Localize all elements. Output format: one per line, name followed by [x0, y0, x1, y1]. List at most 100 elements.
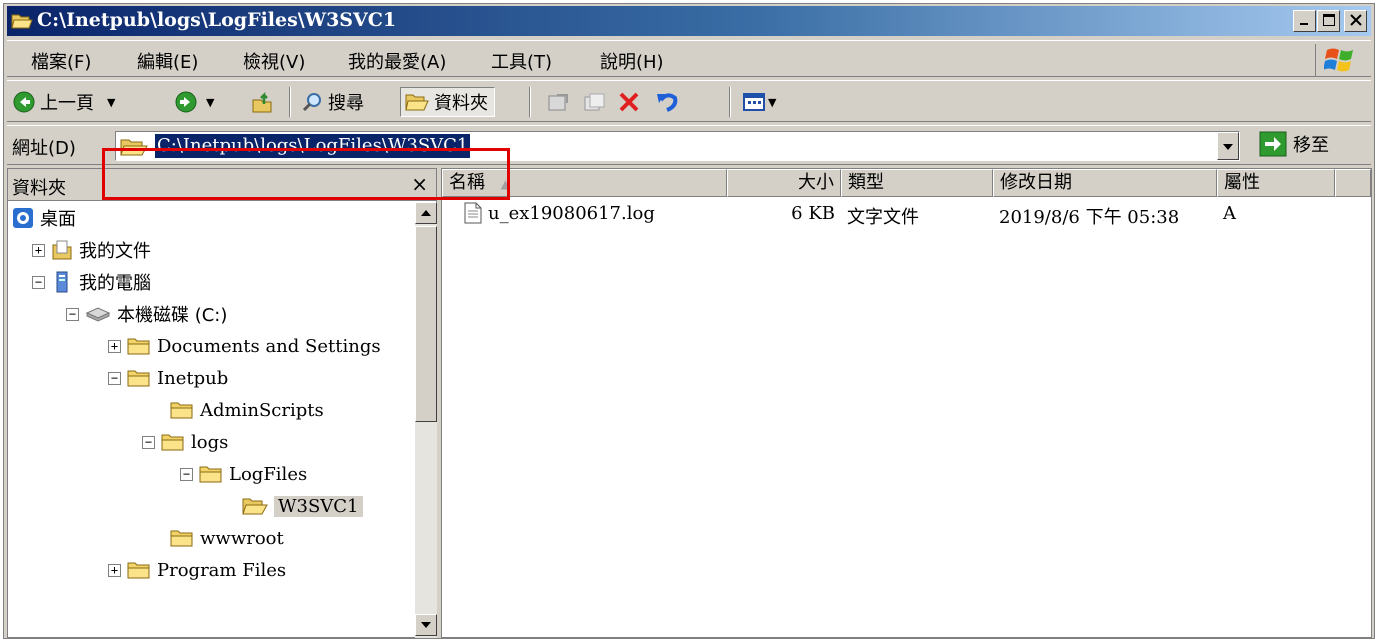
tree-item-adminscripts[interactable]: AdminScripts: [170, 394, 324, 426]
close-button[interactable]: [1344, 10, 1367, 32]
chevron-down-icon: [421, 622, 431, 628]
collapse-toggle[interactable]: −: [32, 275, 45, 289]
explorer-window: C:\Inetpub\logs\LogFiles\W3SVC1 檔案(F) 編輯…: [3, 3, 1375, 639]
windows-flag-icon: [1324, 48, 1353, 72]
tree-item-documents-and-settings[interactable]: + Documents and Settings: [108, 330, 381, 362]
tree-item-label: logs: [191, 431, 229, 453]
up-folder-button[interactable]: [251, 87, 275, 117]
folder-icon: [405, 94, 429, 111]
minimize-icon: [1299, 23, 1308, 25]
collapse-toggle[interactable]: −: [108, 371, 121, 385]
address-dropdown-button[interactable]: [1217, 132, 1239, 160]
toolbar-separator: [289, 87, 291, 117]
my-computer-icon: [56, 271, 68, 293]
tree-item-label: 本機磁碟 (C:): [117, 305, 228, 326]
folder-icon: [199, 466, 222, 483]
tree-item-inetpub[interactable]: − Inetpub: [108, 362, 228, 394]
copy-to-icon: [584, 93, 605, 111]
folder-icon: [170, 530, 193, 547]
menu-help[interactable]: 說明(H): [600, 48, 664, 74]
collapse-toggle[interactable]: −: [142, 435, 155, 449]
collapse-toggle[interactable]: −: [180, 467, 193, 481]
views-dropdown-icon[interactable]: ▼: [768, 96, 776, 109]
search-label: 搜尋: [328, 93, 364, 114]
menu-view[interactable]: 檢視(V): [243, 48, 305, 74]
move-to-icon: [548, 94, 568, 111]
minimize-button[interactable]: [1293, 10, 1316, 32]
desktop-icon: [13, 208, 33, 228]
scroll-up-button[interactable]: [415, 202, 437, 224]
tree-item-label: 我的電腦: [79, 273, 151, 294]
menu-edit[interactable]: 編輯(E): [137, 48, 198, 74]
toolbar-separator: [729, 87, 731, 117]
close-icon: [1349, 14, 1362, 26]
maximize-button[interactable]: [1317, 10, 1340, 32]
views-button[interactable]: ▼: [743, 87, 776, 117]
delete-button[interactable]: [617, 87, 641, 117]
search-icon: [302, 93, 321, 112]
column-header-modified[interactable]: 修改日期: [993, 169, 1217, 197]
tree-item-logs[interactable]: − logs: [142, 426, 228, 458]
collapse-toggle[interactable]: −: [66, 307, 79, 321]
back-dropdown-icon[interactable]: ▼: [107, 96, 115, 109]
undo-button[interactable]: [655, 87, 679, 117]
windows-logo: [1315, 44, 1365, 76]
forward-button[interactable]: ▼: [175, 87, 214, 117]
expand-toggle[interactable]: +: [108, 563, 121, 577]
folder-icon: [170, 402, 193, 419]
menu-favorites[interactable]: 我的最愛(A): [348, 48, 446, 74]
back-button[interactable]: 上一頁 ▼: [13, 87, 115, 117]
tree-item-w3svc1[interactable]: W3SVC1: [242, 490, 363, 522]
tree-item-label: LogFiles: [229, 463, 308, 485]
expand-toggle[interactable]: +: [32, 243, 45, 257]
scroll-thumb[interactable]: [415, 226, 437, 422]
tree-item-my-documents[interactable]: + 我的文件: [32, 234, 151, 266]
file-size: 6 KB: [791, 203, 835, 224]
move-to-button[interactable]: [547, 87, 571, 117]
column-header-attributes[interactable]: 屬性: [1217, 169, 1335, 197]
tree-item-wwwroot[interactable]: wwwroot: [170, 522, 284, 554]
file-name: u_ex19080617.log: [488, 203, 655, 224]
go-arrow-icon: [1259, 131, 1287, 157]
open-folder-icon: [242, 498, 268, 515]
standard-toolbar: 上一頁 ▼ ▼ 搜尋 資料夾 ▼: [7, 80, 1371, 122]
expand-toggle[interactable]: +: [108, 339, 121, 353]
folder-icon: [127, 562, 150, 579]
window-title: C:\Inetpub\logs\LogFiles\W3SVC1: [37, 9, 397, 31]
up-folder-icon: [252, 91, 272, 113]
tree-item-label: 桌面: [40, 209, 76, 230]
menu-file[interactable]: 檔案(F): [31, 48, 91, 74]
toolbar-separator: [529, 87, 531, 117]
vertical-scrollbar[interactable]: [415, 202, 437, 638]
tree-item-label: wwwroot: [200, 527, 284, 549]
column-header-type[interactable]: 類型: [841, 169, 993, 197]
search-button[interactable]: 搜尋: [301, 87, 364, 117]
tree-item-label: 我的文件: [79, 241, 151, 262]
annotation-highlight-box: [102, 148, 510, 200]
go-button[interactable]: 移至: [1259, 131, 1329, 157]
title-bar[interactable]: C:\Inetpub\logs\LogFiles\W3SVC1: [7, 6, 1371, 36]
tree-item-label: W3SVC1: [274, 495, 363, 517]
copy-to-button[interactable]: [583, 87, 607, 117]
scroll-down-button[interactable]: [415, 614, 437, 636]
tree-item-my-computer[interactable]: − 我的電腦: [32, 266, 151, 298]
file-attributes: A: [1223, 203, 1236, 224]
tree-item-logfiles[interactable]: − LogFiles: [180, 458, 307, 490]
back-label: 上一頁: [40, 93, 94, 114]
tree-item-program-files[interactable]: + Program Files: [108, 554, 286, 586]
tree-item-label: Program Files: [157, 559, 287, 581]
file-modified: 2019/8/6 下午 05:38: [999, 207, 1180, 228]
column-header-size[interactable]: 大小: [727, 169, 841, 197]
menu-tools[interactable]: 工具(T): [491, 48, 552, 74]
menu-bar: 檔案(F) 編輯(E) 檢視(V) 我的最愛(A) 工具(T) 說明(H): [7, 40, 1371, 77]
folders-button[interactable]: 資料夾: [400, 87, 495, 117]
tree-item-label: Documents and Settings: [157, 335, 381, 357]
forward-dropdown-icon[interactable]: ▼: [206, 96, 214, 109]
folder-icon: [127, 370, 150, 387]
tree-item-desktop[interactable]: 桌面: [12, 202, 76, 234]
text-file-icon: [464, 202, 482, 224]
chevron-down-icon: [1223, 144, 1233, 150]
maximize-icon: [1322, 14, 1335, 26]
folder-icon: [127, 338, 150, 355]
tree-item-local-disk[interactable]: − 本機磁碟 (C:): [66, 298, 227, 330]
